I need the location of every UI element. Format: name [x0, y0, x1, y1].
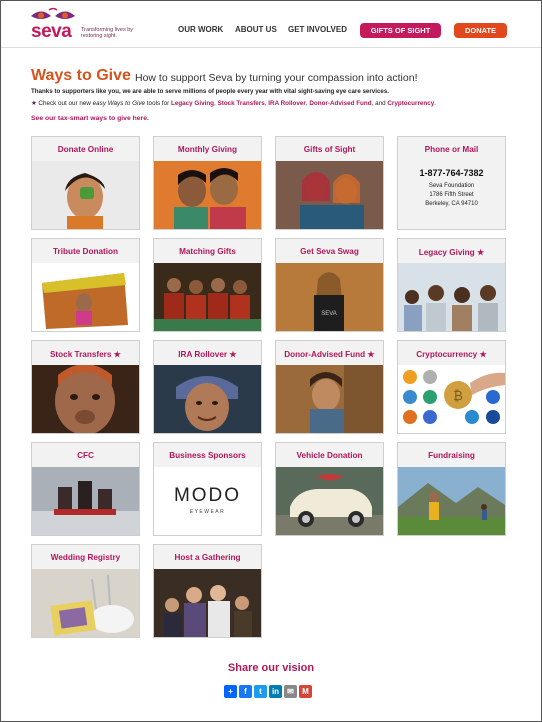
- address-line: 1786 Fifth Street: [429, 192, 474, 198]
- gifts-of-sight-button[interactable]: GIFTS OF SIGHT: [360, 23, 441, 38]
- card-photo: [32, 569, 139, 637]
- card-photo: [154, 161, 261, 229]
- card-label: Business Sponsors: [169, 451, 246, 460]
- thanks-text: Thanks to supporters like you, we are ab…: [31, 88, 389, 95]
- note-text: , and: [371, 100, 388, 107]
- modo-eyewear-logo: MODO EYEWEAR: [154, 467, 261, 535]
- card-label: IRA Rollover ★: [178, 350, 237, 359]
- card-label: Phone or Mail: [424, 145, 479, 154]
- share-title: Share our vision: [227, 662, 315, 674]
- card-matching-gifts[interactable]: Matching Gifts: [153, 238, 262, 332]
- logo-wordmark: seva: [31, 21, 72, 42]
- card-label: Matching Gifts: [179, 247, 236, 256]
- card-label: Get Seva Swag: [300, 247, 359, 256]
- gmail-icon[interactable]: M: [299, 685, 312, 698]
- card-label: Gifts of Sight: [303, 145, 356, 154]
- nav-get-involved[interactable]: GET INVOLVED: [288, 25, 347, 34]
- card-label: Vehicle Donation: [296, 451, 363, 460]
- card-label: Monthly Giving: [177, 145, 238, 154]
- linkedin-icon[interactable]: in: [269, 685, 282, 698]
- site-header: seva Transforming lives by restoring sig…: [1, 1, 541, 48]
- link-ira-rollover[interactable]: IRA Rollover: [268, 100, 306, 107]
- card-fundraising[interactable]: Fundraising: [397, 442, 506, 536]
- card-photo: [154, 569, 261, 637]
- card-photo: SEVA: [276, 263, 383, 331]
- card-label: Host a Gathering: [174, 553, 241, 562]
- twitter-icon[interactable]: t: [254, 685, 267, 698]
- card-cryptocurrency[interactable]: Cryptocurrency ★ ₿: [397, 340, 506, 434]
- note-emphasis: easy Ways to Give: [92, 100, 146, 107]
- card-label: CFC: [77, 451, 94, 460]
- link-donor-advised-fund[interactable]: Donor-Advised Fund: [309, 100, 371, 107]
- logo-tagline: Transforming lives by restoring sight.: [81, 27, 134, 39]
- svg-text:SEVA: SEVA: [321, 311, 337, 317]
- link-stock-transfers[interactable]: Stock Transfers: [218, 100, 265, 107]
- page-subtitle: How to support Seva by turning your comp…: [135, 72, 418, 84]
- card-photo: [32, 263, 139, 331]
- card-ira-rollover[interactable]: IRA Rollover ★: [153, 340, 262, 434]
- card-photo: ₿: [398, 365, 505, 433]
- card-photo: [154, 365, 261, 433]
- link-legacy-giving[interactable]: Legacy Giving: [171, 100, 214, 107]
- card-vehicle-donation[interactable]: Vehicle Donation: [275, 442, 384, 536]
- card-photo: [398, 263, 505, 331]
- card-donate-online[interactable]: Donate Online: [31, 136, 140, 230]
- sponsor-logo-sub: EYEWEAR: [189, 509, 226, 515]
- card-photo: [276, 161, 383, 229]
- star-icon: ★: [31, 100, 37, 107]
- nav-our-work[interactable]: OUR WORK: [178, 25, 223, 34]
- link-cryptocurrency[interactable]: Cryptocurrency: [387, 100, 434, 107]
- card-photo: [276, 365, 383, 433]
- card-label: Donate Online: [57, 145, 114, 154]
- address-line: Seva Foundation: [428, 183, 475, 189]
- new-tools-note: ★ Check out our new easy Ways to Give to…: [31, 100, 437, 107]
- page-title: Ways to Give: [31, 67, 131, 84]
- nav-about-us[interactable]: ABOUT US: [235, 25, 277, 34]
- card-photo: [32, 467, 139, 535]
- card-photo: [276, 467, 383, 535]
- card-label: Donor-Advised Fund ★: [284, 350, 375, 359]
- card-gifts-of-sight[interactable]: Gifts of Sight: [275, 136, 384, 230]
- card-get-seva-swag[interactable]: Get Seva Swag SEVA: [275, 238, 384, 332]
- addtoany-share-icon[interactable]: +: [224, 685, 237, 698]
- card-monthly-giving[interactable]: Monthly Giving: [153, 136, 262, 230]
- card-label: Tribute Donation: [52, 247, 119, 256]
- card-photo: [154, 263, 261, 331]
- phone-number[interactable]: 1-877-764-7382: [398, 168, 505, 178]
- tax-smart-link[interactable]: See our tax-smart ways to give here.: [31, 115, 149, 122]
- donate-button[interactable]: DONATE: [454, 23, 507, 38]
- email-icon[interactable]: ✉: [284, 685, 297, 698]
- note-text: Check out our new: [38, 100, 93, 107]
- card-label: Stock Transfers ★: [49, 350, 122, 359]
- card-donor-advised-fund[interactable]: Donor-Advised Fund ★: [275, 340, 384, 434]
- svg-text:₿: ₿: [453, 388, 463, 403]
- facebook-icon[interactable]: f: [239, 685, 252, 698]
- card-legacy-giving[interactable]: Legacy Giving ★: [397, 238, 506, 332]
- card-label: Cryptocurrency ★: [416, 350, 487, 359]
- card-photo: [32, 161, 139, 229]
- card-host-a-gathering[interactable]: Host a Gathering: [153, 544, 262, 638]
- card-stock-transfers[interactable]: Stock Transfers ★: [31, 340, 140, 434]
- card-label: Wedding Registry: [50, 553, 121, 562]
- sponsor-logo-main: MODO: [173, 485, 242, 506]
- card-cfc[interactable]: CFC: [31, 442, 140, 536]
- card-photo: [398, 467, 505, 535]
- card-label: Legacy Giving ★: [418, 248, 485, 257]
- card-label: Fundraising: [428, 451, 475, 460]
- seva-logo[interactable]: seva Transforming lives by restoring sig…: [29, 7, 139, 42]
- note-text: tools for: [145, 100, 171, 107]
- address-line: Berkeley, CA 94710: [425, 201, 478, 207]
- card-business-sponsors[interactable]: Business Sponsors MODO EYEWEAR: [153, 442, 262, 536]
- card-phone-or-mail[interactable]: Phone or Mail 1-877-764-7382 Seva Founda…: [397, 136, 506, 230]
- mailing-address: Seva Foundation 1786 Fifth Street Berkel…: [398, 182, 505, 209]
- card-tribute-donation[interactable]: Tribute Donation: [31, 238, 140, 332]
- card-wedding-registry[interactable]: Wedding Registry: [31, 544, 140, 638]
- card-photo: [32, 365, 139, 433]
